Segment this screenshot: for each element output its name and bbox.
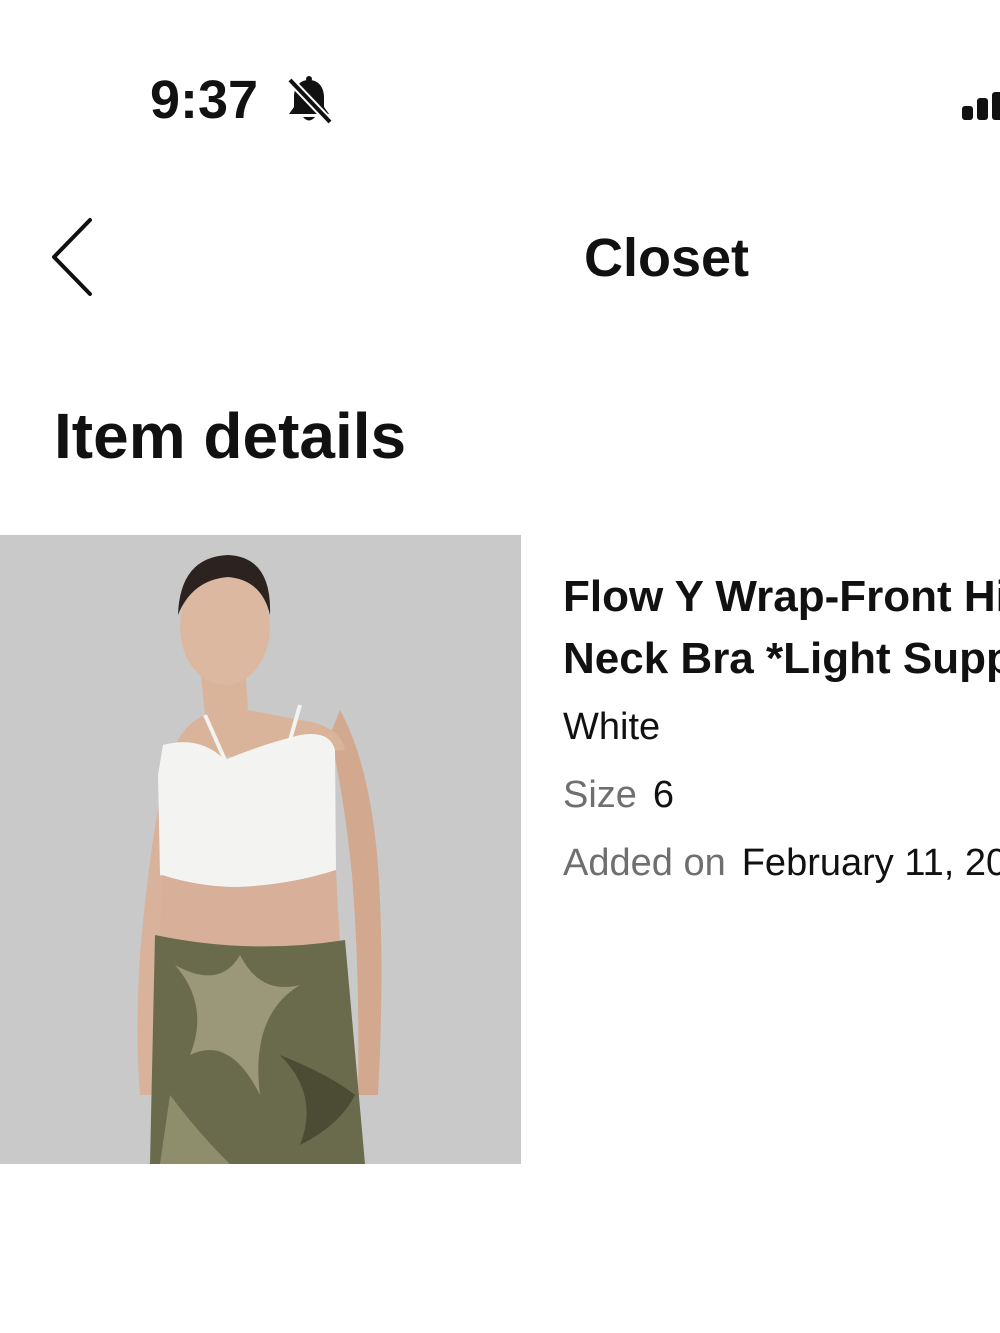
added-on-label: Added on <box>563 842 726 884</box>
chevron-left-icon <box>52 218 92 296</box>
status-time: 9:37 <box>150 70 259 130</box>
product-color: White <box>563 706 661 748</box>
bell-muted-icon <box>287 76 333 125</box>
closet-item-details-screen: 9:37 Closet Item details Flow Y Wrap-Fro… <box>0 0 1000 1333</box>
nav-title: Closet <box>584 228 750 288</box>
back-button[interactable] <box>40 212 110 302</box>
product-name[interactable]: Flow Y Wrap-Front High- Neck Bra *Light … <box>563 566 1000 690</box>
product-photo-illustration <box>0 535 521 1164</box>
added-on-row: Added on February 11, 2023 <box>563 840 1000 886</box>
size-row: Size 6 <box>563 772 1000 818</box>
page-title: Item details <box>54 400 407 472</box>
size-label: Size <box>563 774 637 816</box>
added-on-value: February 11, 2023 <box>741 842 1000 884</box>
product-photo[interactable] <box>0 535 521 1164</box>
cellular-signal-icon <box>962 92 1000 120</box>
item-details: Flow Y Wrap-Front High- Neck Bra *Light … <box>563 566 1000 886</box>
size-value: 6 <box>652 774 675 816</box>
